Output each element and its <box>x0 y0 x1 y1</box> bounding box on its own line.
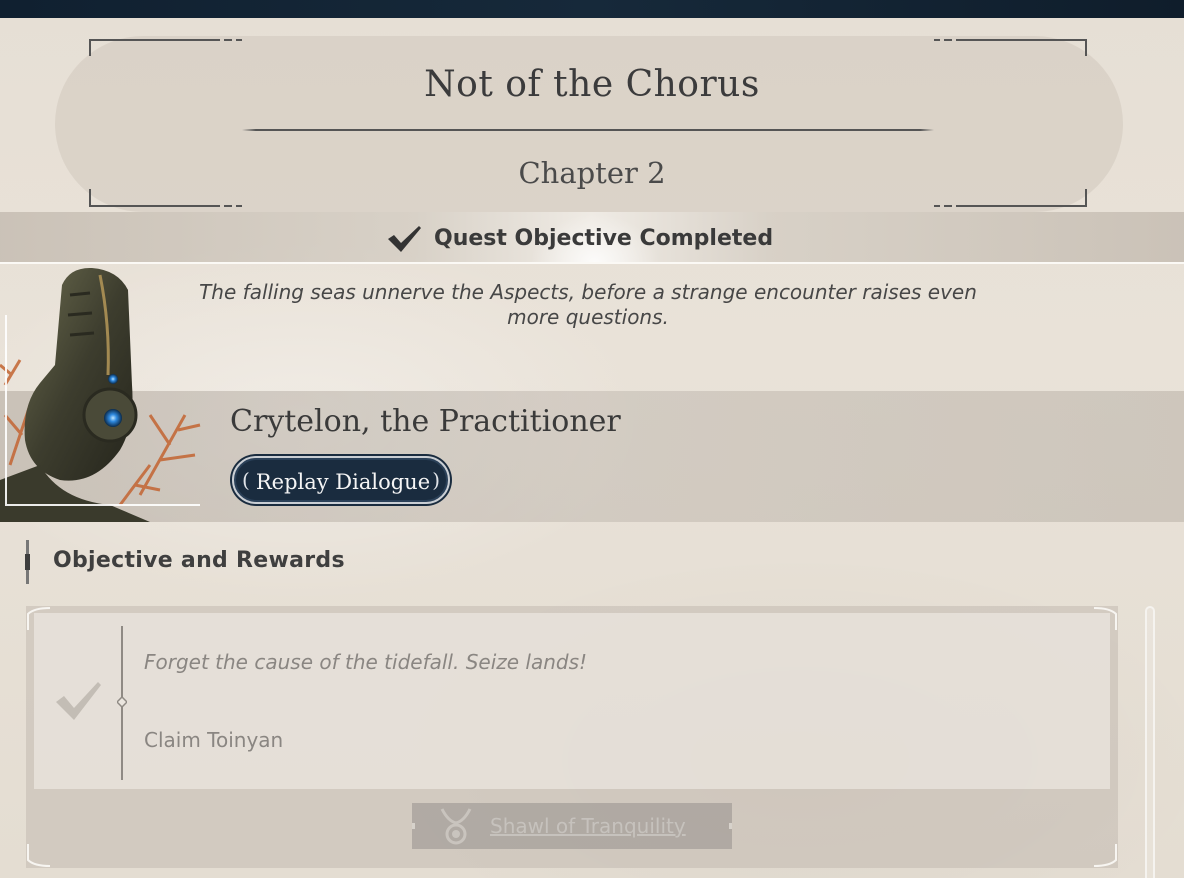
corner-ornament-top-left <box>89 39 242 56</box>
title-divider <box>242 129 934 131</box>
quest-status: Quest Objective Completed <box>434 226 774 251</box>
objective-task: Claim Toinyan <box>144 728 284 752</box>
quest-description: The falling seas unnerve the Aspects, be… <box>199 280 977 329</box>
panel-corner-bottom-left <box>27 844 51 867</box>
quest-title: Not of the Chorus <box>424 64 760 105</box>
corner-ornament-bottom-left <box>89 189 242 207</box>
objective-card <box>34 613 1110 789</box>
reward-label: Shawl of Tranquility <box>490 814 686 838</box>
shawl-icon <box>440 808 472 845</box>
top-bar <box>0 0 1184 18</box>
reward-item[interactable]: Shawl of Tranquility <box>412 803 732 849</box>
panel-corner-bottom-right <box>1093 844 1117 867</box>
quest-chapter: Chapter 2 <box>518 156 666 190</box>
objective-flavor-text: Forget the cause of the tidefall. Seize … <box>144 650 588 674</box>
replay-dialogue-button[interactable]: ( Replay Dialogue ) <box>232 456 450 504</box>
timeline-node-icon <box>117 697 127 707</box>
replay-dialogue-label: Replay Dialogue <box>255 470 431 494</box>
checkmark-icon <box>388 226 421 252</box>
corner-ornament-bottom-right <box>934 189 1087 207</box>
banner-divider <box>0 262 1184 264</box>
objective-scrollbar[interactable] <box>1145 606 1155 878</box>
objective-checkmark-icon <box>56 682 101 720</box>
npc-name: Crytelon, the Practitioner <box>230 404 621 439</box>
section-marker-nub <box>25 554 30 570</box>
paren-close-icon: ) <box>432 468 440 492</box>
reward-tick-right <box>729 823 732 829</box>
npc-portrait <box>0 267 201 522</box>
section-title: Objective and Rewards <box>53 548 345 573</box>
corner-ornament-top-right <box>934 39 1087 56</box>
reward-tick-left <box>412 823 415 829</box>
